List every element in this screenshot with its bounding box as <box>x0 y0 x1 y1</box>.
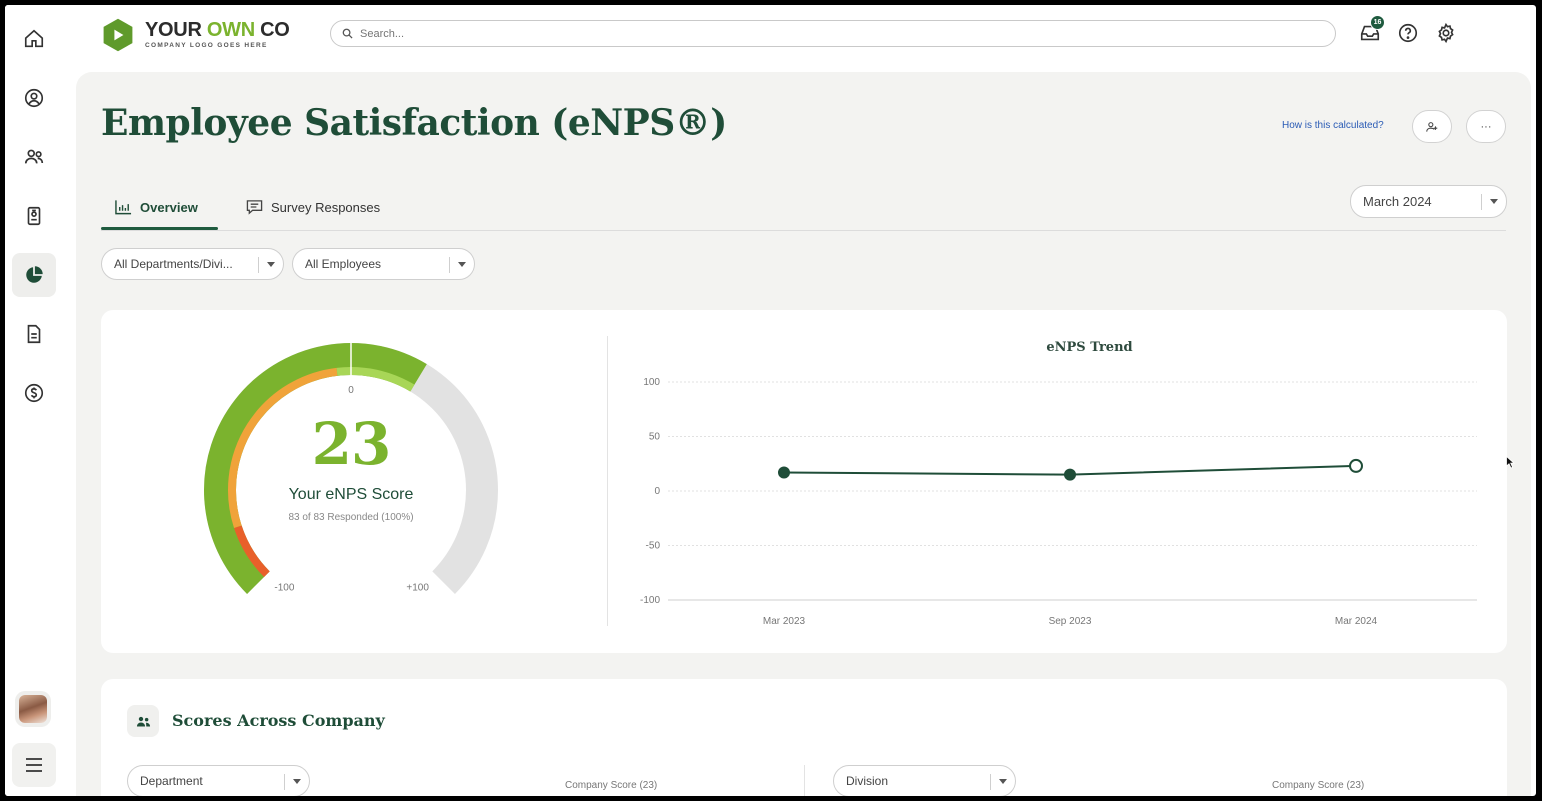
sidebar-item-reports[interactable] <box>12 253 56 297</box>
gear-icon <box>1438 22 1454 44</box>
sidebar-item-payroll[interactable] <box>12 371 56 415</box>
chevron-down-icon <box>999 779 1007 784</box>
tab-survey-responses[interactable]: Survey Responses <box>246 194 380 220</box>
employees-filter-value: All Employees <box>305 257 382 271</box>
department-filter-value: All Departments/Divi... <box>114 257 233 271</box>
trend-point <box>778 466 790 479</box>
notifications-button[interactable]: 16 <box>1358 15 1385 45</box>
y-tick-label: 100 <box>643 377 660 388</box>
tab-overview[interactable]: Overview <box>115 194 198 220</box>
section-divider <box>804 765 805 796</box>
help-circle-icon <box>1398 23 1418 43</box>
user-circle-icon <box>24 88 44 108</box>
logo-hexagon-icon <box>103 18 133 52</box>
people-icon <box>24 149 44 164</box>
document-icon <box>27 324 41 344</box>
app-window: YOUR OWN CO COMPANY LOGO GOES HERE 16 Em… <box>5 5 1536 796</box>
right-company-score: Company Score (23) <box>1272 780 1365 791</box>
scores-across-company-card: Scores Across Company Department Company… <box>101 679 1507 796</box>
trend-point <box>1064 468 1076 481</box>
page-title: Employee Satisfaction (eNPS®) <box>101 102 727 144</box>
enps-score-value: 23 <box>311 410 392 478</box>
division-group-select[interactable]: Division <box>833 765 1016 796</box>
logo-wordmark: YOUR OWN CO <box>145 19 290 42</box>
notification-count-badge: 16 <box>1370 15 1385 30</box>
y-tick-label: 0 <box>654 486 660 497</box>
department-group-select[interactable]: Department <box>127 765 310 796</box>
message-icon <box>246 200 263 215</box>
department-group-value: Department <box>140 774 203 788</box>
tab-bar: Overview Survey Responses <box>101 184 1506 231</box>
period-select-value: March 2024 <box>1363 194 1432 209</box>
chevron-down-icon <box>458 262 466 267</box>
left-company-score: Company Score (23) <box>565 780 658 791</box>
y-tick-label: -50 <box>646 541 661 552</box>
enps-score-label: Your eNPS Score <box>288 486 414 503</box>
trend-point-current <box>1349 458 1363 473</box>
dropdown-separator <box>1481 194 1482 210</box>
response-rate-text: 83 of 83 Responded (100%) <box>288 512 414 523</box>
search-input[interactable] <box>360 27 1260 40</box>
employees-filter-select[interactable]: All Employees <box>292 248 475 280</box>
enps-trend-chart: eNPS Trend 100 50 0 -50 -100 Mar 2023 Sep 2023 M… <box>640 340 1477 627</box>
sidebar-item-home[interactable] <box>12 17 56 61</box>
division-group-value: Division <box>846 774 889 788</box>
sidebar <box>5 5 62 796</box>
top-bar: YOUR OWN CO COMPANY LOGO GOES HERE 16 <box>62 5 1536 67</box>
settings-button[interactable] <box>1434 21 1458 45</box>
dropdown-separator <box>449 257 450 273</box>
sidebar-item-people[interactable] <box>12 135 56 179</box>
gauge-max-label: +100 <box>406 583 429 594</box>
people-icon <box>136 716 150 726</box>
sidebar-item-documents[interactable] <box>12 312 56 356</box>
logo-tagline: COMPANY LOGO GOES HERE <box>145 42 268 50</box>
chevron-down-icon <box>267 262 275 267</box>
y-tick-label: -100 <box>640 595 660 606</box>
chevron-down-icon <box>1490 199 1498 204</box>
bar-chart-icon <box>115 200 132 215</box>
tab-survey-responses-label: Survey Responses <box>271 199 381 215</box>
main-content: Employee Satisfaction (eNPS®) How is thi… <box>76 72 1531 796</box>
gauge-min-label: -100 <box>274 583 294 594</box>
sidebar-item-directory[interactable] <box>12 194 56 238</box>
pie-chart-icon <box>26 266 43 283</box>
search-bar[interactable] <box>330 20 1336 47</box>
company-logo[interactable]: YOUR OWN CO COMPANY LOGO GOES HERE <box>100 17 290 53</box>
chart-title: eNPS Trend <box>1046 340 1132 355</box>
chevron-down-icon <box>293 779 301 784</box>
home-icon <box>24 29 44 48</box>
avatar[interactable] <box>19 695 47 723</box>
main-menu-button[interactable] <box>12 743 56 787</box>
company-section-icon-box <box>127 705 159 737</box>
how-calculated-link[interactable]: How is this calculated? <box>1282 120 1384 131</box>
tab-overview-label: Overview <box>140 199 198 215</box>
gauge-panel: 0 -100 +100 23 Your eNPS Score 83 of 83 Re… <box>101 310 601 653</box>
search-icon <box>342 28 353 39</box>
share-user-button[interactable] <box>1412 110 1452 143</box>
id-card-icon <box>27 206 41 226</box>
hamburger-menu-icon <box>26 758 42 772</box>
x-tick-label: Mar 2024 <box>1335 616 1378 627</box>
y-tick-label: 50 <box>649 432 661 443</box>
active-tab-indicator <box>101 227 218 230</box>
dollar-circle-icon <box>24 383 44 403</box>
enps-score-card: 0 -100 +100 23 Your eNPS Score 83 of 83 Re… <box>101 310 1507 653</box>
sidebar-item-profile[interactable] <box>12 76 56 120</box>
dropdown-separator <box>284 774 285 790</box>
more-options-button[interactable]: ··· <box>1466 110 1506 143</box>
mouse-cursor-icon <box>1506 456 1515 469</box>
period-select[interactable]: March 2024 <box>1350 185 1507 218</box>
gauge-zero-label: 0 <box>348 385 354 396</box>
enps-gauge: 0 -100 +100 <box>204 343 498 594</box>
x-tick-label: Mar 2023 <box>763 616 806 627</box>
section-title: Scores Across Company <box>172 711 385 730</box>
x-tick-label: Sep 2023 <box>1049 616 1092 627</box>
dropdown-separator <box>990 774 991 790</box>
department-filter-select[interactable]: All Departments/Divi... <box>101 248 284 280</box>
help-button[interactable] <box>1396 21 1420 45</box>
dropdown-separator <box>258 257 259 273</box>
user-plus-icon <box>1426 121 1438 132</box>
